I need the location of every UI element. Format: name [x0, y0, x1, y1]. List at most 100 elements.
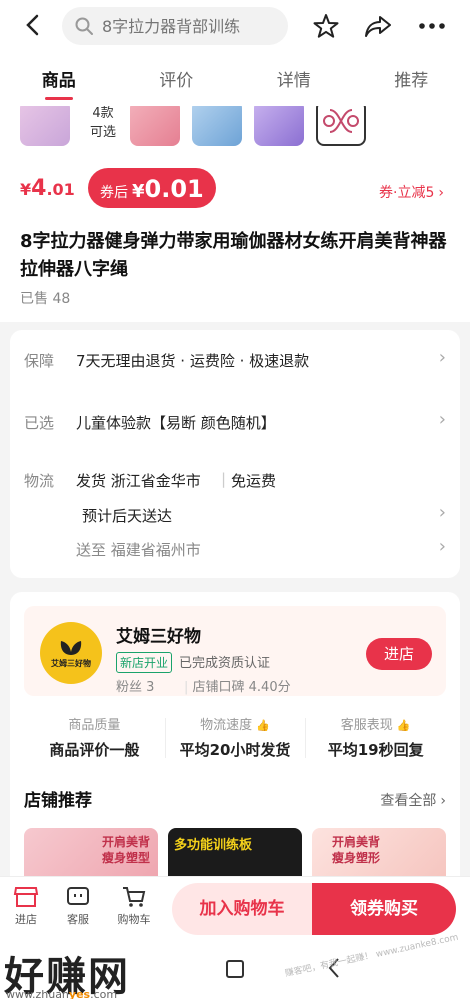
after-coupon-price: 券后 ¥ 0.01: [88, 168, 216, 208]
shop-name: 艾姆三好物: [116, 627, 201, 647]
cart-tab[interactable]: 购物车: [112, 885, 156, 927]
metric-logistics-head: 物流速度 👍: [200, 718, 270, 733]
after-price-value: 0.01: [144, 175, 204, 203]
star-icon[interactable]: [310, 10, 342, 42]
tab-reviews[interactable]: 评价: [118, 52, 236, 106]
back-arrow-icon[interactable]: [18, 10, 48, 40]
coupon-link[interactable]: 券·立减5 ›: [379, 182, 444, 202]
system-nav-bar: 好赚网 www.zhuanyes.com 赚客吧，有我一起赚！ www.zuan…: [0, 933, 470, 999]
shop-logo-text: 艾姆三好物: [51, 658, 91, 668]
enter-shop-button[interactable]: 进店: [366, 638, 432, 670]
selected-label: 已选: [24, 414, 55, 432]
product-title: 8字拉力器健身弹力带家用瑜伽器材女练开肩美背神器拉伸器八字绳: [20, 231, 447, 280]
cart-label: 购物车: [117, 913, 151, 926]
metric-logistics: 物流速度 👍 平均20小时发货: [164, 714, 306, 764]
leaf-icon: [60, 640, 82, 655]
service-tab[interactable]: 客服: [56, 885, 100, 927]
shipping-row[interactable]: 物流 发货 浙江省金华市 | 免运费 预计后天送达 › 送至 福建省福州市 ›: [10, 454, 460, 578]
more-icon[interactable]: [416, 10, 448, 42]
metric-logistics-value: 平均20小时发货: [179, 741, 291, 759]
claim-coupon-buy-button[interactable]: 领券购买: [312, 883, 456, 935]
style-thumb-figure8[interactable]: [316, 106, 366, 146]
shop-logo[interactable]: 艾姆三好物: [40, 622, 102, 684]
style-thumb-purple[interactable]: [254, 106, 304, 146]
reco-item-1-text: 开肩美背 瘦身塑型: [102, 835, 151, 865]
styles-count: 4款: [92, 106, 114, 121]
store-label: 进店: [15, 913, 37, 926]
metric-service-value: 平均19秒回复: [327, 741, 424, 759]
bottom-action-bar: 进店 客服 购物车 加入购物车 领券购买: [0, 876, 470, 942]
styles-sub: 可选: [89, 125, 116, 140]
service-card: 保障 7天无理由退货 · 运费险 · 极速退款 › 已选 儿童体验款【易断 颜色…: [10, 330, 460, 578]
deliver-to: 送至 福建省福州市: [76, 541, 201, 559]
price-integer: 4: [31, 176, 47, 201]
metric-quality-value: 商品评价一般: [49, 741, 140, 759]
selected-row[interactable]: 已选 儿童体验款【易断 颜色随机】 ›: [10, 392, 460, 454]
metric-service-head: 客服表现 👍: [340, 718, 411, 733]
guarantee-row[interactable]: 保障 7天无理由退货 · 运费险 · 极速退款 ›: [10, 330, 460, 392]
coupon-text: 券·立减5: [379, 185, 435, 201]
after-coupon-label: 券后: [100, 185, 128, 201]
search-input[interactable]: [102, 16, 282, 36]
product-tabs: 商品 评价 详情 推荐: [0, 52, 470, 106]
metric-quality-head: 商品质量: [68, 718, 121, 733]
thumb-up-icon: 👍: [256, 719, 270, 732]
shop-rating-text: 店铺口碑 4.40分: [192, 680, 291, 695]
guarantee-label: 保障: [24, 352, 55, 370]
chevron-right-icon: ›: [438, 347, 446, 368]
chevron-right-icon: ›: [438, 185, 444, 201]
product-info: 8字拉力器健身弹力带家用瑜伽器材女练开肩美背神器拉伸器八字绳 已售 48: [0, 220, 470, 322]
top-bar: [0, 0, 470, 52]
shipping-label: 物流: [24, 472, 55, 490]
tab-recommend[interactable]: 推荐: [353, 52, 470, 106]
chat-icon: [67, 887, 89, 905]
shop-reco-title: 店铺推荐: [24, 791, 92, 811]
chevron-right-icon: ›: [438, 409, 446, 430]
shop-rating: | 店铺口碑 4.40分: [184, 680, 291, 695]
original-price: ¥4.01: [20, 176, 75, 201]
style-thumb-1[interactable]: [20, 106, 70, 146]
styles-count-label[interactable]: 4款 可选: [86, 106, 120, 142]
selected-value: 儿童体验款【易断 颜色随机】: [76, 414, 276, 432]
watermark-url: www.zhuanyes.com: [6, 988, 118, 999]
guarantee-value: 7天无理由退货 · 运费险 · 极速退款: [76, 352, 310, 370]
store-icon: [13, 887, 39, 907]
shop-header[interactable]: 艾姆三好物 艾姆三好物 新店开业 已完成资质认证 粉丝 3 | 店铺口碑 4.4…: [24, 606, 446, 696]
shop-card: 艾姆三好物 艾姆三好物 新店开业 已完成资质认证 粉丝 3 | 店铺口碑 4.4…: [10, 592, 460, 892]
shop-fans: 粉丝 3: [116, 680, 155, 695]
search-bar[interactable]: [62, 7, 288, 45]
service-label: 客服: [67, 913, 89, 926]
ship-from: 发货 浙江省金华市: [76, 472, 201, 490]
price-bar: ¥4.01 券后 ¥ 0.01 券·立减5 ›: [0, 152, 470, 220]
share-icon[interactable]: [362, 10, 394, 42]
chevron-right-icon: ›: [438, 502, 446, 523]
tab-details[interactable]: 详情: [235, 52, 353, 106]
store-tab[interactable]: 进店: [4, 885, 48, 927]
home-button[interactable]: [226, 960, 244, 978]
after-price-symbol: ¥: [132, 181, 145, 202]
ship-divider: |: [221, 470, 227, 488]
sold-count: 已售 48: [20, 291, 71, 307]
shop-certification: 已完成资质认证: [179, 656, 271, 671]
chevron-right-icon: ›: [438, 536, 446, 557]
add-to-cart-button[interactable]: 加入购物车: [172, 883, 312, 935]
search-icon: [75, 17, 93, 35]
price-symbol: ¥: [20, 180, 32, 199]
reco-item-3-text: 开肩美背 瘦身塑形: [332, 835, 381, 865]
metric-service: 客服表现 👍 平均19秒回复: [305, 714, 446, 764]
shop-metrics: 商品质量 商品评价一般 物流速度 👍 平均20小时发货 客服表现 👍 平均19秒…: [24, 714, 446, 764]
metric-quality: 商品质量 商品评价一般: [24, 714, 165, 764]
chevron-right-icon: ›: [440, 793, 446, 809]
eta: 预计后天送达: [82, 507, 173, 525]
tab-product[interactable]: 商品: [0, 52, 118, 106]
cart-icon: [123, 887, 146, 907]
new-shop-badge: 新店开业: [116, 652, 173, 673]
style-thumbnails: 4款 可选: [0, 106, 470, 152]
thumb-up-icon: 👍: [396, 719, 411, 732]
price-decimal: .01: [46, 180, 75, 199]
reco-item-2-text: 多功能训练板: [174, 838, 253, 853]
ship-fee: 免运费: [231, 472, 277, 490]
style-thumb-pink[interactable]: [130, 106, 180, 146]
style-thumb-blue[interactable]: [192, 106, 242, 146]
see-all-link[interactable]: 查看全部 ›: [380, 790, 446, 810]
